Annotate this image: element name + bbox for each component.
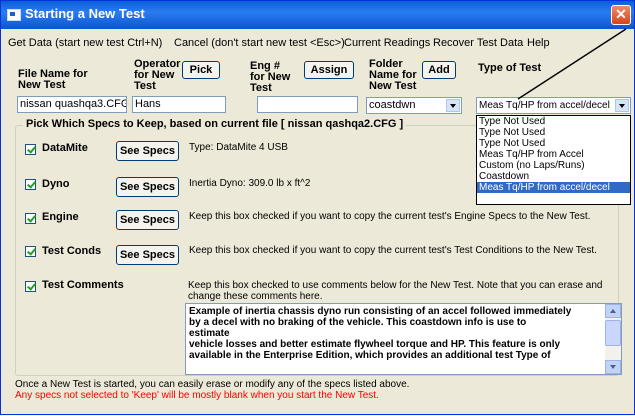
dialog-window: Starting a New Test ✕ Get Data (start ne… bbox=[0, 0, 635, 415]
annotation-arrow-line bbox=[517, 28, 627, 100]
